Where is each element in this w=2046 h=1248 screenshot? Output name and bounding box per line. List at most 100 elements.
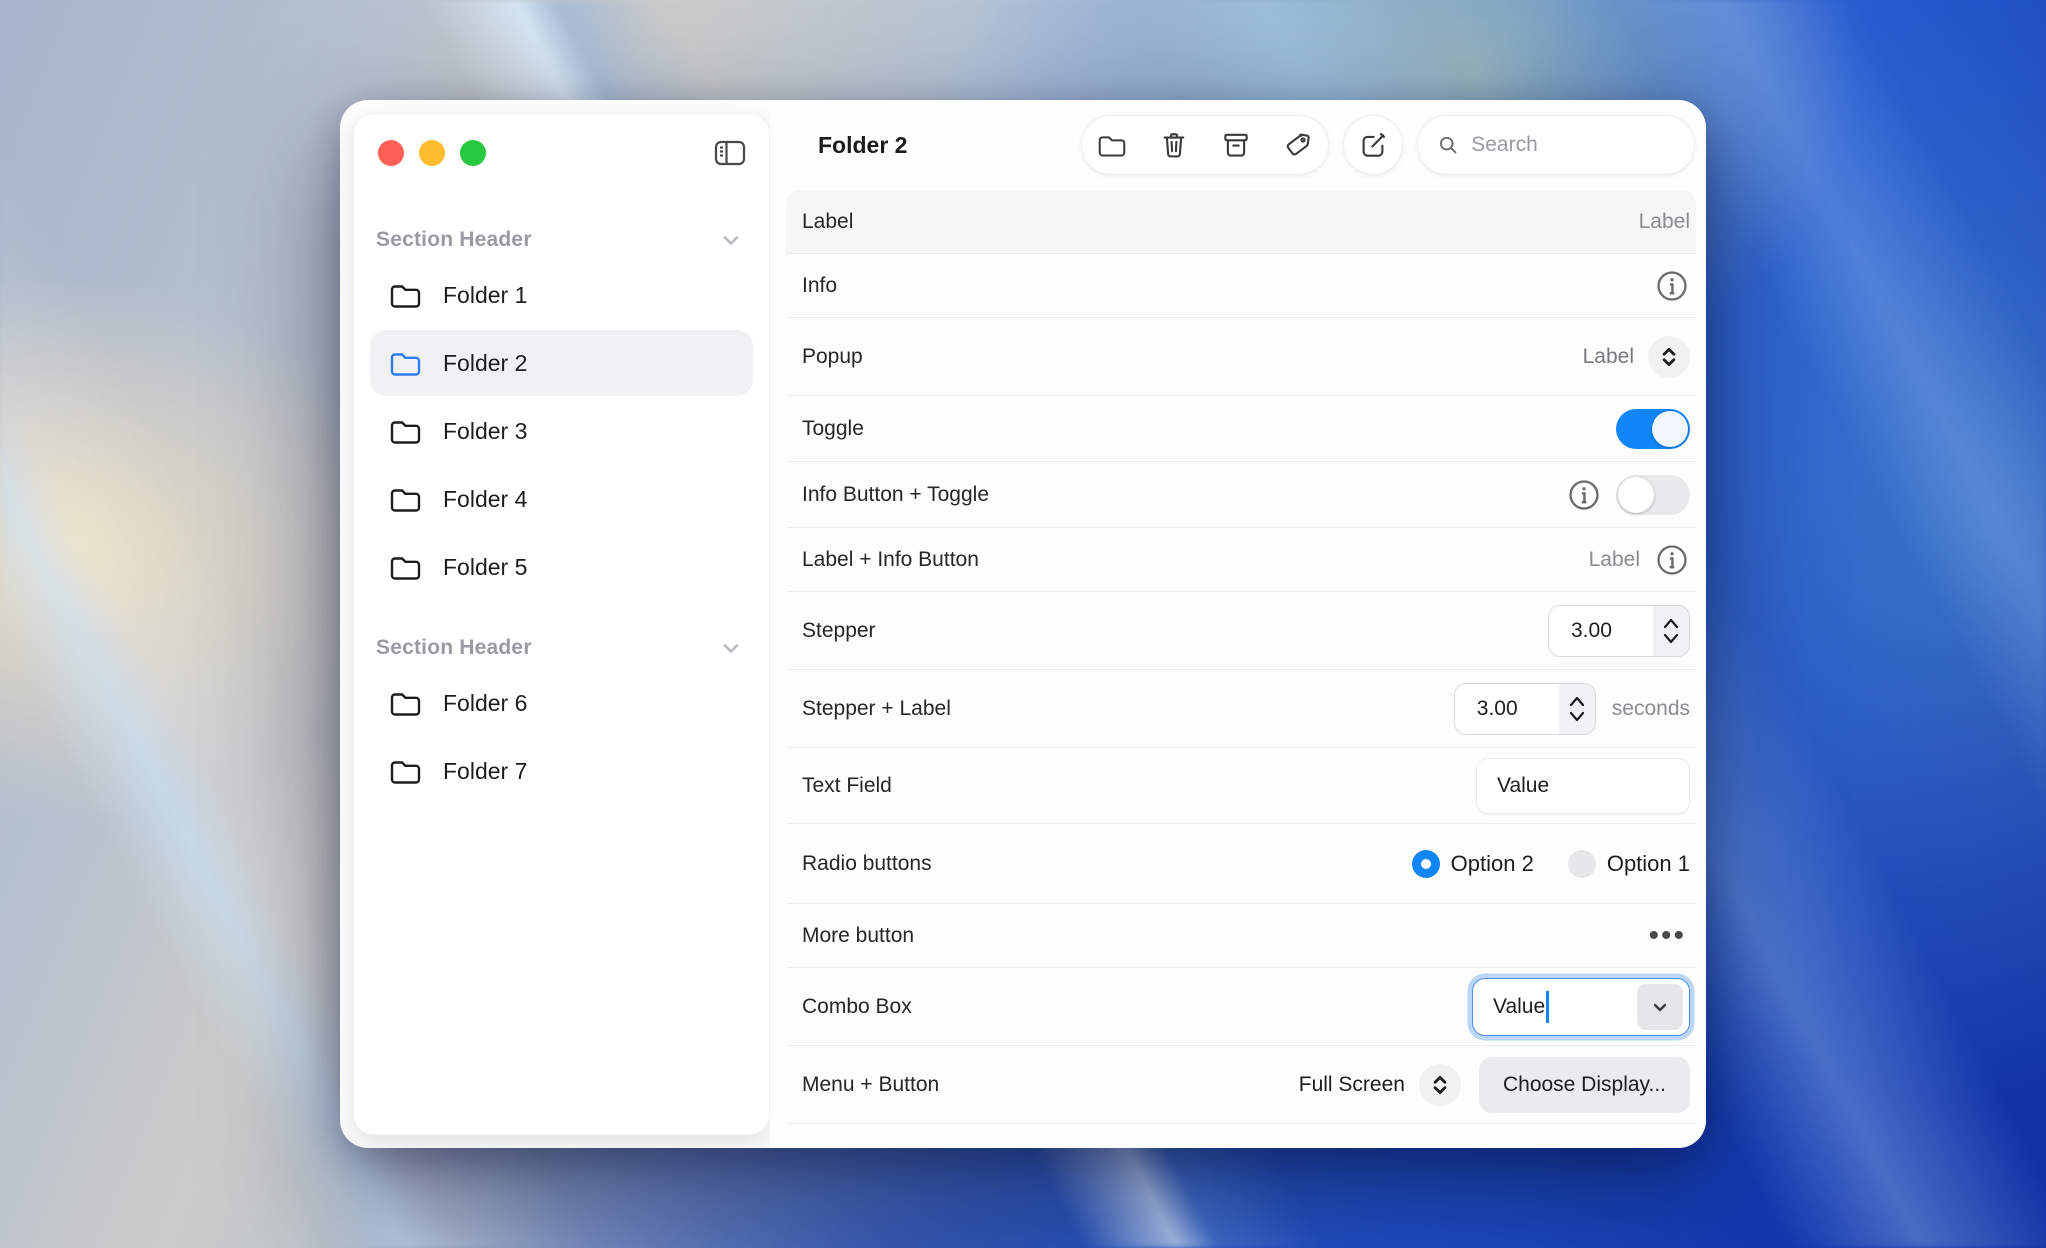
sidebar-nav: Section Header Folder 1 Folder 2 Folder … <box>354 168 769 806</box>
menu-chevrons-icon[interactable] <box>1419 1064 1461 1106</box>
section-header-label: Section Header <box>376 228 532 252</box>
ellipsis-icon[interactable]: ••• <box>1644 921 1690 951</box>
row-label-text: Toggle <box>802 417 864 441</box>
chevron-down-icon <box>719 636 743 660</box>
text-field-input[interactable] <box>1476 758 1690 814</box>
row-value-label: Label <box>1589 548 1640 572</box>
sidebar-toggle-icon[interactable] <box>713 138 747 168</box>
row-info-button-toggle: Info Button + Toggle <box>786 462 1696 528</box>
row-info: Info <box>786 254 1696 318</box>
sidebar-item-folder-6[interactable]: Folder 6 <box>370 670 753 736</box>
tag-icon <box>1283 130 1313 160</box>
sidebar: Section Header Folder 1 Folder 2 Folder … <box>353 113 770 1135</box>
row-label-text: Text Field <box>802 774 892 798</box>
row-label-text: Label <box>802 210 853 234</box>
sidebar-item-folder-7[interactable]: Folder 7 <box>370 738 753 804</box>
combo-box[interactable]: Value <box>1472 978 1690 1036</box>
stepper-control: 3.00 <box>1548 605 1690 657</box>
archive-toolbar-button[interactable] <box>1205 115 1267 175</box>
row-label-text: Radio buttons <box>802 852 932 876</box>
radio-label: Option 1 <box>1607 851 1690 877</box>
folder-icon <box>389 417 422 446</box>
popup-chevrons-icon[interactable] <box>1648 336 1690 378</box>
sidebar-item-label: Folder 7 <box>443 758 527 785</box>
trash-icon <box>1159 130 1189 160</box>
radio-label: Option 2 <box>1451 851 1534 877</box>
sidebar-pane: Section Header Folder 1 Folder 2 Folder … <box>340 100 770 1148</box>
section-header-label: Section Header <box>376 636 532 660</box>
stepper-arrows-icon[interactable] <box>1559 684 1595 734</box>
folder-icon <box>389 553 422 582</box>
toggle-knob <box>1618 477 1654 513</box>
main-content: Folder 2 <box>770 100 1706 1148</box>
sidebar-item-folder-2[interactable]: Folder 2 <box>370 330 753 396</box>
sidebar-item-folder-4[interactable]: Folder 4 <box>370 466 753 532</box>
sidebar-item-folder-3[interactable]: Folder 3 <box>370 398 753 464</box>
sidebar-section-header-1[interactable]: Section Header <box>370 218 753 262</box>
row-label-text: Menu + Button <box>802 1073 939 1097</box>
row-label-text: Popup <box>802 345 863 369</box>
combo-chevron-button[interactable] <box>1637 984 1683 1030</box>
page-title: Folder 2 <box>818 132 907 159</box>
search-icon <box>1437 132 1459 158</box>
folder-icon <box>389 281 422 310</box>
info-icon[interactable] <box>1566 477 1602 513</box>
row-radio-buttons: Radio buttons Option 2 Option 1 <box>786 824 1696 904</box>
radio-unselected-icon <box>1568 850 1596 878</box>
row-stepper-label: Stepper + Label 3.00 seconds <box>786 670 1696 748</box>
row-toggle: Toggle <box>786 396 1696 462</box>
row-label-text: Stepper + Label <box>802 697 951 721</box>
sidebar-item-folder-5[interactable]: Folder 5 <box>370 534 753 600</box>
text-caret <box>1546 991 1549 1023</box>
row-label: Label Label <box>786 190 1696 254</box>
settings-form: Label Label Info Popup Label Toggle <box>786 190 1696 1148</box>
chevron-down-icon <box>719 228 743 252</box>
radio-option-2[interactable]: Option 2 <box>1412 850 1534 878</box>
radio-selected-icon <box>1412 850 1440 878</box>
close-button[interactable] <box>378 140 404 166</box>
app-window: Section Header Folder 1 Folder 2 Folder … <box>340 100 1706 1148</box>
row-value-label: Label <box>1639 210 1690 234</box>
sidebar-item-label: Folder 1 <box>443 282 527 309</box>
row-label-text: Combo Box <box>802 995 912 1019</box>
row-label-text: Info <box>802 274 837 298</box>
radio-option-1[interactable]: Option 1 <box>1568 850 1690 878</box>
toolbar-group <box>1081 115 1329 175</box>
choose-display-button[interactable]: Choose Display... <box>1479 1057 1690 1113</box>
row-stepper: Stepper 3.00 <box>786 592 1696 670</box>
folder-icon <box>389 757 422 786</box>
sidebar-item-label: Folder 6 <box>443 690 527 717</box>
section-gap <box>370 602 753 626</box>
stepper-arrows-icon[interactable] <box>1653 606 1689 656</box>
folder-icon <box>389 689 422 718</box>
content-header: Folder 2 <box>770 100 1706 190</box>
row-label-info-button: Label + Info Button Label <box>786 528 1696 592</box>
folder-icon <box>1097 132 1127 159</box>
row-label-text: Stepper <box>802 619 876 643</box>
row-label-text: Label + Info Button <box>802 548 979 572</box>
toggle-off[interactable] <box>1616 475 1690 515</box>
toggle-knob <box>1652 411 1688 447</box>
archive-icon <box>1221 130 1251 160</box>
sidebar-section-header-2[interactable]: Section Header <box>370 626 753 670</box>
trash-toolbar-button[interactable] <box>1143 115 1205 175</box>
stepper-value[interactable]: 3.00 <box>1455 684 1559 734</box>
sidebar-item-folder-1[interactable]: Folder 1 <box>370 262 753 328</box>
compose-button[interactable] <box>1343 115 1403 175</box>
info-icon[interactable] <box>1654 542 1690 578</box>
row-more-button: More button ••• <box>786 904 1696 968</box>
zoom-button[interactable] <box>460 140 486 166</box>
folder-icon <box>389 485 422 514</box>
titlebar-controls <box>354 114 769 168</box>
stepper-control: 3.00 <box>1454 683 1596 735</box>
row-text-field: Text Field <box>786 748 1696 824</box>
stepper-value[interactable]: 3.00 <box>1549 606 1653 656</box>
minimize-button[interactable] <box>419 140 445 166</box>
folder-toolbar-button[interactable] <box>1081 115 1143 175</box>
info-icon[interactable] <box>1654 268 1690 304</box>
toggle-on[interactable] <box>1616 409 1690 449</box>
compose-icon <box>1358 130 1388 160</box>
sidebar-item-label: Folder 4 <box>443 486 527 513</box>
search-input[interactable] <box>1471 133 1675 157</box>
tag-toolbar-button[interactable] <box>1267 115 1329 175</box>
